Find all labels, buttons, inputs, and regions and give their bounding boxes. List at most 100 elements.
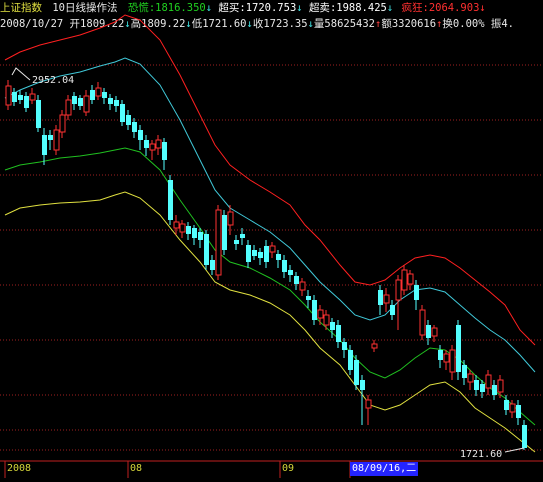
candle-body: [186, 226, 191, 234]
candle-body: [467, 373, 474, 383]
candle-body: [138, 130, 143, 140]
candle-body: [18, 95, 23, 100]
candle-body: [59, 114, 66, 133]
candlestick: [438, 345, 443, 368]
candle-body: [29, 93, 36, 101]
candle-body: [95, 87, 102, 97]
candlestick: [378, 285, 383, 315]
candlestick: [186, 222, 191, 240]
candle-body: [83, 95, 90, 113]
candle-body: [492, 385, 497, 395]
candle-body: [371, 343, 378, 349]
candle-body: [168, 180, 173, 220]
oversold-band-line: [4, 191, 536, 453]
candle-body: [24, 96, 29, 108]
candlestick: [276, 250, 281, 268]
candlestick: [467, 370, 474, 390]
candle-body: [516, 405, 521, 418]
candle-body: [222, 215, 227, 250]
candle-body: [474, 380, 479, 390]
candle-body: [443, 353, 450, 363]
panic-band-line: [4, 147, 536, 426]
candle-body: [204, 234, 209, 265]
candlestick: [522, 420, 527, 450]
candle-body: [155, 139, 162, 149]
candle-body: [383, 294, 390, 304]
candlestick: [342, 338, 347, 358]
candle-body: [342, 342, 347, 350]
candle-body: [378, 290, 383, 305]
candlestick: [336, 320, 341, 348]
candle-body: [42, 135, 47, 155]
candlestick: [173, 215, 180, 235]
candlestick: [78, 95, 83, 110]
candle-body: [504, 400, 509, 410]
candlestick: [138, 125, 143, 150]
candle-body: [240, 234, 245, 238]
candle-body: [120, 104, 125, 122]
candlestick: [155, 135, 162, 155]
candle-body: [252, 250, 257, 256]
candle-body: [53, 129, 60, 151]
candle-body: [173, 221, 180, 229]
candle-body: [431, 327, 438, 337]
candlestick: [42, 128, 47, 165]
candlestick: [24, 92, 29, 112]
candlestick: [162, 138, 167, 170]
candle-body: [48, 135, 53, 140]
x-axis-label-08: 08: [130, 463, 143, 474]
candle-body: [215, 209, 222, 276]
candle-body: [162, 142, 167, 160]
candle-body: [365, 399, 372, 409]
candlestick: [222, 210, 227, 255]
candlestick: [168, 175, 173, 225]
candle-body: [264, 246, 269, 262]
candle-body: [210, 260, 215, 270]
candlestick: [83, 90, 90, 116]
candle-body: [401, 269, 408, 291]
candlestick: [299, 278, 306, 296]
candle-body: [36, 100, 41, 128]
candlestick: [108, 94, 113, 110]
candle-body: [390, 305, 395, 315]
candlestick: [383, 288, 390, 312]
candlestick: [431, 325, 438, 342]
candle-body: [395, 279, 402, 301]
candle-body: [407, 273, 414, 285]
candle-body: [449, 349, 456, 373]
candlestick: [360, 375, 365, 425]
candlestick: [371, 340, 378, 352]
candle-body: [288, 270, 293, 275]
candlestick: [395, 275, 402, 330]
candle-body: [72, 96, 77, 104]
candlestick: [246, 240, 251, 268]
candle-body: [426, 325, 431, 338]
candlestick: [426, 320, 431, 345]
candle-body: [227, 211, 234, 226]
candlestick: [390, 300, 395, 320]
candlestick: [419, 305, 426, 340]
candle-body: [522, 425, 527, 448]
candle-body: [179, 223, 186, 233]
candlestick: [120, 100, 125, 126]
candlestick: [348, 345, 353, 375]
candle-body: [5, 85, 12, 106]
candlestick: [132, 118, 137, 138]
candle-body: [299, 281, 306, 291]
candlestick: [269, 242, 276, 258]
kline-chart[interactable]: 2952.04 1721.60: [0, 0, 543, 482]
candlestick: [192, 225, 197, 245]
candlestick: [323, 310, 330, 330]
candlestick: [114, 96, 119, 112]
candlestick: [102, 88, 107, 104]
candle-body: [144, 140, 149, 148]
candle-body: [132, 122, 137, 132]
candlestick: [252, 245, 257, 260]
candlestick: [317, 305, 324, 325]
candlestick: [443, 350, 450, 370]
candlestick: [204, 230, 209, 270]
candlestick: [462, 360, 467, 385]
low-marker: 1721.60: [460, 447, 525, 460]
candlestick: [407, 270, 414, 290]
candlestick: [95, 82, 102, 100]
